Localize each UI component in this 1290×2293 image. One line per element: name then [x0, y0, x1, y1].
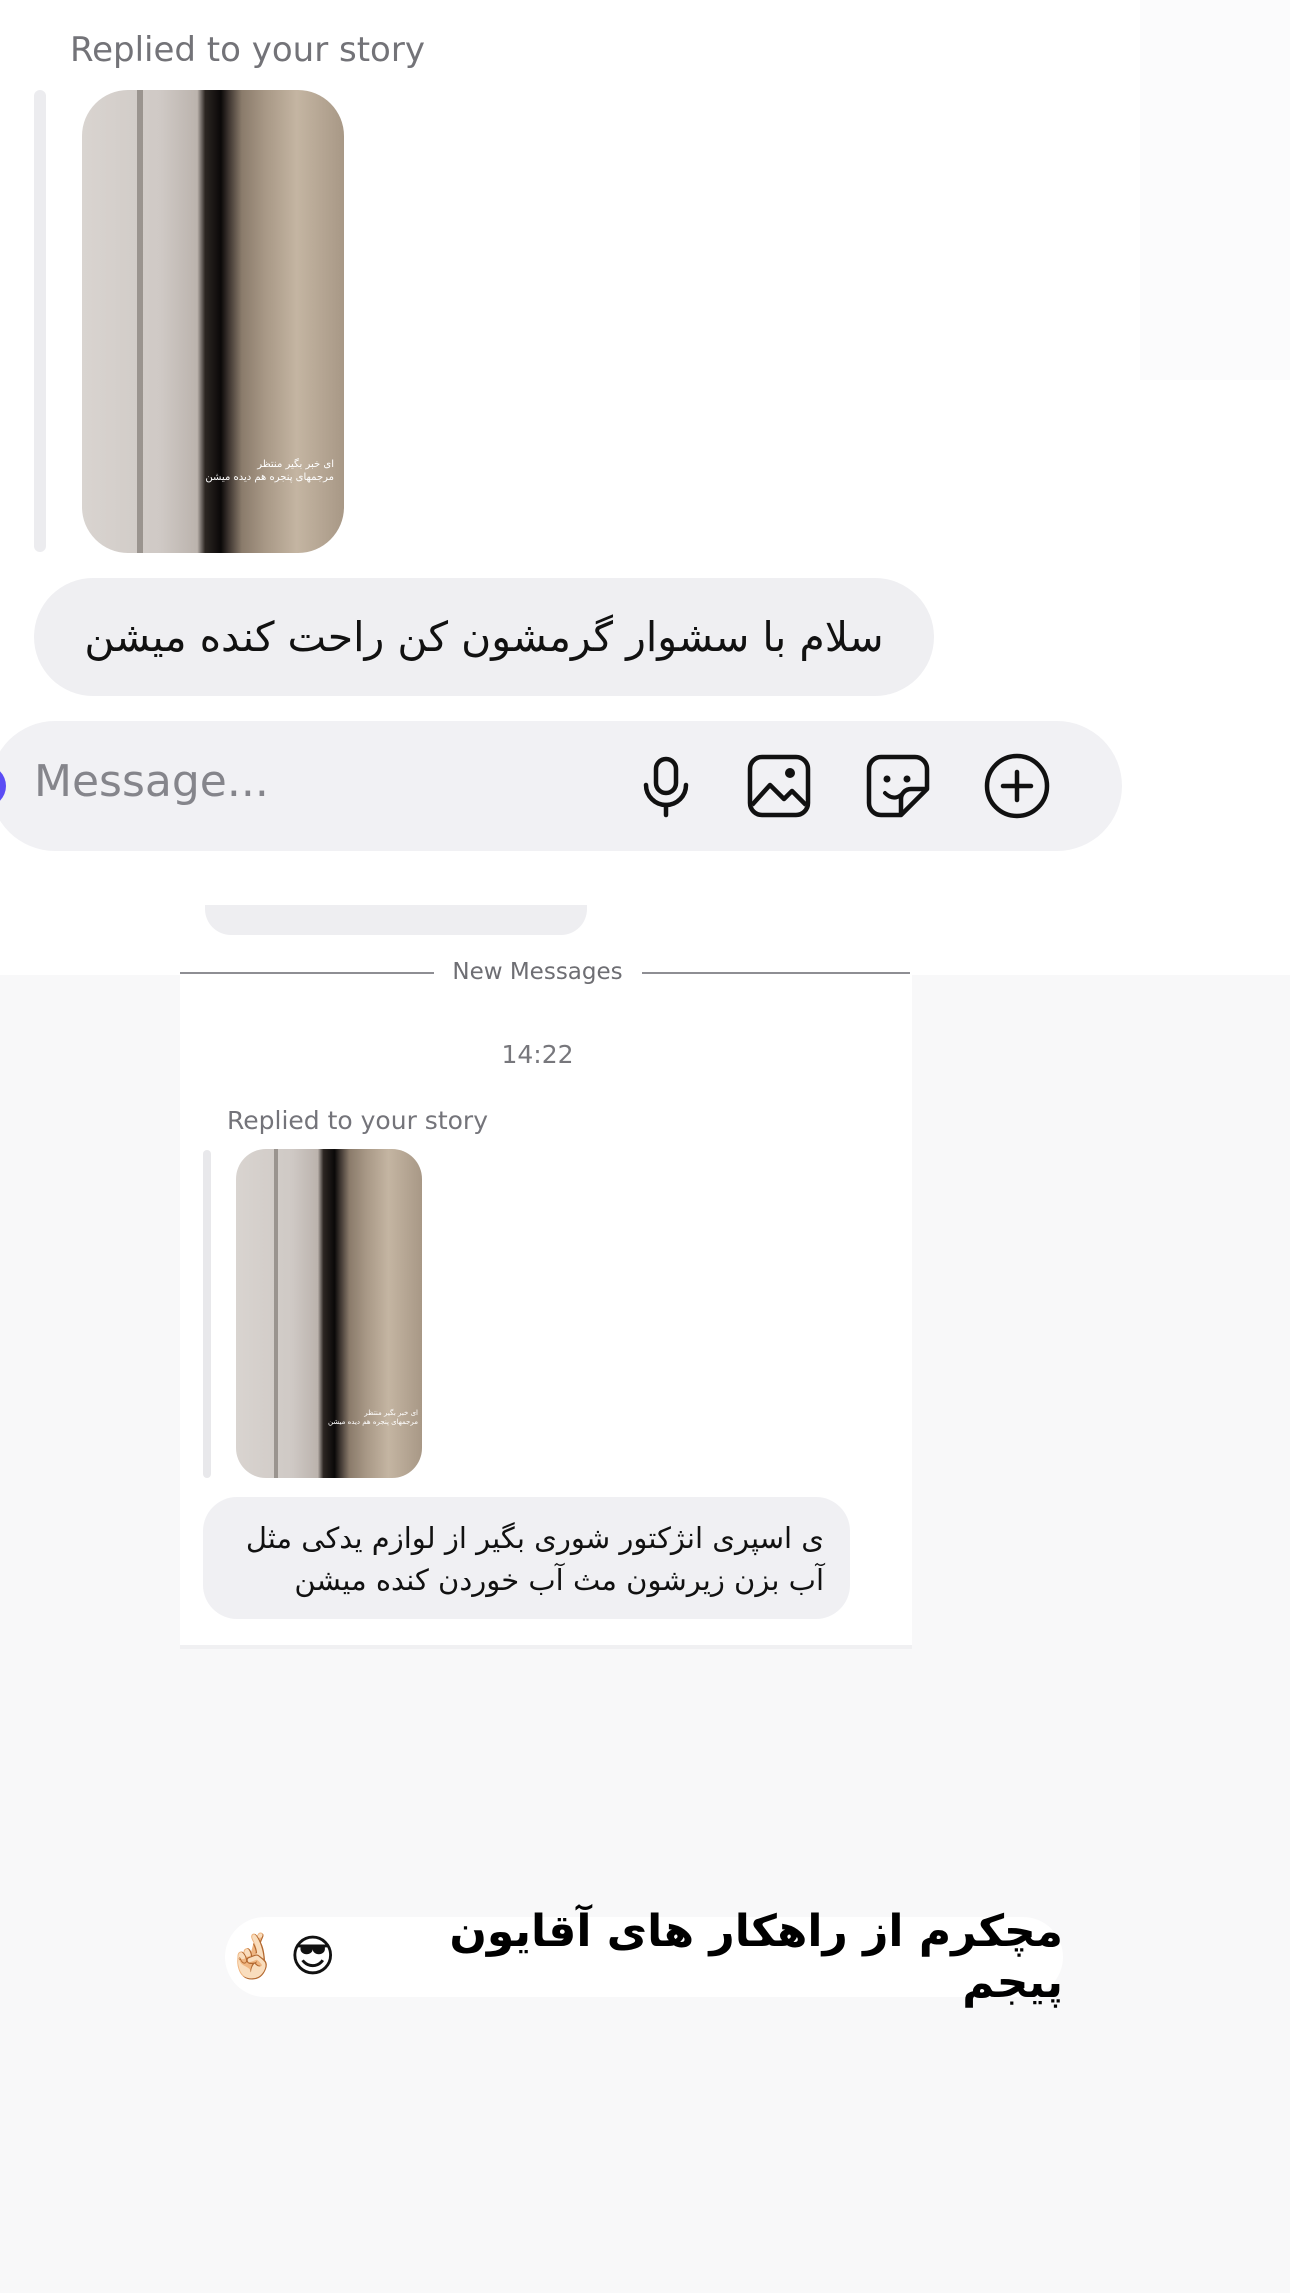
overlay-caption: 🤞🏻 😎 مچکرم از راهکار های آقایون پیجم [225, 1906, 1063, 2008]
message-bubble[interactable]: ی اسپری انژکتور شوری بگیر از لوازم یدکی … [203, 1497, 850, 1619]
story-caption-line: ای خبر بگیر منتظر [364, 1409, 418, 1417]
replied-to-story-label: Replied to your story [70, 30, 425, 70]
story-caption: ای خبر بگیر منتظر مرجمهای پنجره هم دیده … [205, 458, 334, 484]
thumb-detail [274, 1149, 278, 1478]
microphone-icon[interactable] [631, 751, 701, 821]
sticker-icon[interactable] [863, 751, 933, 821]
plus-circle-icon[interactable] [982, 751, 1052, 821]
image-icon[interactable] [744, 751, 814, 821]
message-text-line: ی اسپری انژکتور شوری بگیر از لوازم یدکی … [245, 1521, 824, 1555]
reply-indicator-bar [203, 1150, 211, 1478]
thumb-detail [137, 90, 143, 553]
story-thumbnail[interactable]: ای خبر بگیر منتظر مرجمهای پنجره هم دیده … [236, 1149, 422, 1478]
replied-to-story-label: Replied to your story [227, 1106, 488, 1135]
message-text-line: آب بزن زیرشون مث آب خوردن کنده میشن [294, 1563, 824, 1597]
fingers-crossed-emoji: 🤞🏻 [225, 1931, 280, 1982]
camera-button[interactable] [0, 765, 6, 807]
divider-line [180, 972, 434, 974]
reply-indicator-bar [34, 90, 46, 552]
story-caption-line: ای خبر بگیر منتظر [257, 459, 334, 470]
sunglasses-emoji: 😎 [289, 1931, 336, 1982]
story-caption-line: مرجمهای پنجره هم دیده میشن [205, 472, 334, 483]
message-bubble[interactable]: سلام با سشوار گرمشون کن راحت کنده میشن [34, 578, 934, 696]
message-timestamp: 14:22 [501, 1040, 574, 1069]
message-bubble-edge [205, 905, 587, 935]
story-thumbnail[interactable]: ای خبر بگیر منتظر مرجمهای پنجره هم دیده … [82, 90, 344, 553]
story-caption: ای خبر بگیر منتظر مرجمهای پنجره هم دیده … [328, 1409, 418, 1427]
panel-fade [1140, 0, 1290, 380]
new-messages-divider-label: New Messages [452, 959, 623, 985]
overlay-caption-text: مچکرم از راهکار های آقایون پیجم [449, 1906, 1063, 2008]
story-caption-line: مرجمهای پنجره هم دیده میشن [327, 1418, 418, 1427]
divider-line [642, 972, 910, 974]
message-composer: Message... [0, 721, 1122, 851]
message-input[interactable]: Message... [34, 756, 269, 807]
message-text: سلام با سشوار گرمشون کن راحت کنده میشن [84, 613, 884, 661]
